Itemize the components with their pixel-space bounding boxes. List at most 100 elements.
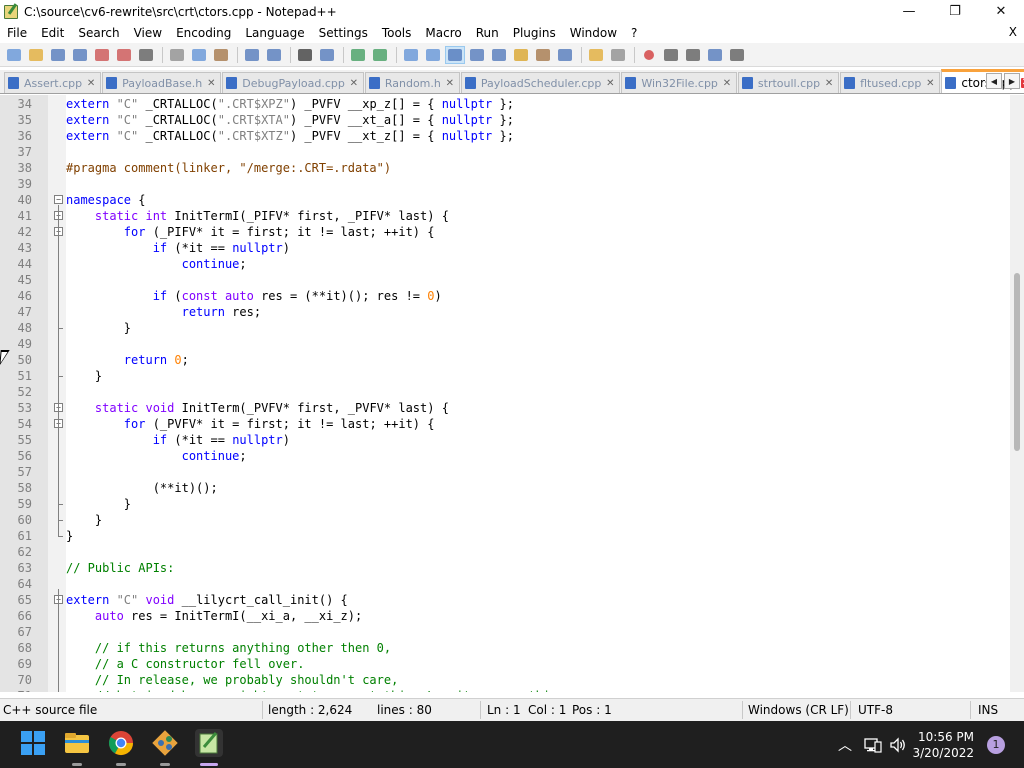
tab-random-h[interactable]: Random.h ✕	[364, 72, 460, 93]
code-line[interactable]: 56 continue;	[0, 448, 1010, 464]
close-button[interactable]: ✕	[978, 0, 1024, 23]
network-icon[interactable]	[864, 721, 882, 768]
code-line[interactable]: 39	[0, 176, 1010, 192]
taskbar-clock[interactable]: 10:56 PM 3/20/2022	[912, 729, 974, 761]
notification-badge[interactable]: 1	[987, 736, 1005, 754]
stop-macro-button[interactable]	[661, 46, 681, 64]
menu-item-file[interactable]: File	[0, 26, 34, 40]
replace-button[interactable]	[317, 46, 337, 64]
play-macro-button[interactable]	[683, 46, 703, 64]
code-line[interactable]: 48 }	[0, 320, 1010, 336]
tab-win32file-cpp[interactable]: Win32File.cpp ✕	[621, 72, 737, 93]
code-line[interactable]: 57	[0, 464, 1010, 480]
menu-item-run[interactable]: Run	[469, 26, 506, 40]
sync-horizontal-button[interactable]	[423, 46, 443, 64]
save-button[interactable]	[48, 46, 68, 64]
tab-close-icon[interactable]: ✕	[824, 78, 834, 89]
code-line[interactable]: 40 − namespace {	[0, 192, 1010, 208]
status-insert-mode[interactable]: INS	[978, 703, 998, 717]
code-line[interactable]: 61}	[0, 528, 1010, 544]
show-all-chars-button[interactable]	[467, 46, 487, 64]
code-line[interactable]: 47 return res;	[0, 304, 1010, 320]
code-line[interactable]: 67	[0, 624, 1010, 640]
menu-item-macro[interactable]: Macro	[418, 26, 468, 40]
open-file-button[interactable]	[26, 46, 46, 64]
tab-close-icon[interactable]: ✕	[349, 78, 359, 89]
code-line[interactable]: 71 // but in debug we might want to repo…	[0, 688, 1010, 692]
tab-close-icon[interactable]: ✕	[445, 78, 455, 89]
minimize-button[interactable]: —	[886, 0, 932, 23]
tab-payloadscheduler-cpp[interactable]: PayloadScheduler.cpp ✕	[460, 72, 621, 93]
code-line[interactable]: 66 auto res = InitTermI(__xi_a, __xi_z);	[0, 608, 1010, 624]
close-all-button[interactable]	[114, 46, 134, 64]
menu-item-encoding[interactable]: Encoding	[169, 26, 238, 40]
indent-guide-button[interactable]	[489, 46, 509, 64]
zoom-in-button[interactable]	[348, 46, 368, 64]
tab-close-icon[interactable]: ✕	[206, 78, 216, 89]
start-button[interactable]	[19, 729, 47, 757]
tab-close-icon[interactable]: ✕	[722, 78, 732, 89]
cut-button[interactable]	[167, 46, 187, 64]
status-encoding[interactable]: UTF-8	[858, 703, 893, 717]
code-line[interactable]: 64	[0, 576, 1010, 592]
notepadpp-taskbar-icon[interactable]	[195, 729, 223, 757]
menu-item-language[interactable]: Language	[238, 26, 311, 40]
code-line[interactable]: 46 if (const auto res = (**it)(); res !=…	[0, 288, 1010, 304]
copy-button[interactable]	[189, 46, 209, 64]
paste-button[interactable]	[211, 46, 231, 64]
tab-payloadbase-h[interactable]: PayloadBase.h ✕	[102, 72, 222, 93]
maximize-button[interactable]: ❐	[932, 0, 978, 23]
volume-icon[interactable]	[889, 721, 907, 768]
chrome-taskbar-icon[interactable]	[107, 729, 135, 757]
close-button[interactable]	[92, 46, 112, 64]
menu-item-plugins[interactable]: Plugins	[506, 26, 563, 40]
code-line[interactable]: 63 // Public APIs:	[0, 560, 1010, 576]
find-button[interactable]	[295, 46, 315, 64]
tab-assert-cpp[interactable]: Assert.cpp ✕	[4, 72, 102, 93]
tab-close-icon[interactable]: ✕	[86, 78, 96, 89]
code-line[interactable]: 50 return 0;	[0, 352, 1010, 368]
tab-close-icon[interactable]: ✕	[605, 78, 615, 89]
code-line[interactable]: 69 // a C constructor fell over.	[0, 656, 1010, 672]
scrollbar-thumb[interactable]	[1014, 273, 1020, 451]
code-line[interactable]: 37	[0, 144, 1010, 160]
tab-scroll-left-button[interactable]: ◀	[986, 73, 1002, 89]
file-explorer-taskbar-icon[interactable]	[63, 729, 91, 757]
code-line[interactable]: 70 // In release, we probably shouldn't …	[0, 672, 1010, 688]
code-line[interactable]: 38 #pragma comment(linker, "/merge:.CRT=.…	[0, 160, 1010, 176]
tab-strtoull-cpp[interactable]: strtoull.cpp ✕	[737, 72, 840, 93]
code-line[interactable]: 35 extern "C" _CRTALLOC(".CRT$XTA") _PVFV…	[0, 112, 1010, 128]
code-line[interactable]: 41− static int InitTermI(_PIFV* first, _…	[0, 208, 1010, 224]
code-line[interactable]: 43 if (*it == nullptr)	[0, 240, 1010, 256]
code-line[interactable]: 55 if (*it == nullptr)	[0, 432, 1010, 448]
code-line[interactable]: 51 }	[0, 368, 1010, 384]
word-wrap-button[interactable]	[445, 45, 465, 64]
code-line[interactable]: 45	[0, 272, 1010, 288]
close-document-button[interactable]: X	[1009, 25, 1017, 39]
status-eol[interactable]: Windows (CR LF)	[748, 703, 849, 717]
udl-button[interactable]	[511, 46, 531, 64]
print-button[interactable]	[136, 46, 156, 64]
git-tool-taskbar-icon[interactable]	[151, 729, 179, 757]
code-line[interactable]: 36 extern "C" _CRTALLOC(".CRT$XTZ") _PVFV…	[0, 128, 1010, 144]
vertical-scrollbar[interactable]	[1010, 95, 1024, 692]
record-macro-button[interactable]	[639, 46, 659, 64]
menu-item-window[interactable]: Window	[563, 26, 624, 40]
save-all-button[interactable]	[70, 46, 90, 64]
code-line[interactable]: 53− static void InitTerm(_PVFV* first, _…	[0, 400, 1010, 416]
menu-item-help[interactable]: ?	[624, 26, 644, 40]
tab-fltused-cpp[interactable]: fltused.cpp ✕	[840, 72, 941, 93]
tab-close-icon[interactable]: ✕	[925, 78, 935, 89]
tab-scroll-right-button[interactable]: ▶	[1004, 73, 1020, 89]
menu-item-tools[interactable]: Tools	[375, 26, 419, 40]
fold-toggle-icon[interactable]: −	[54, 195, 63, 204]
show-hidden-icons-button[interactable]: ︿	[838, 721, 852, 768]
code-line[interactable]: 52	[0, 384, 1010, 400]
code-line[interactable]: 54− for (_PVFV* it = first; it != last; …	[0, 416, 1010, 432]
zoom-out-button[interactable]	[370, 46, 390, 64]
folder-workspace-button[interactable]	[586, 46, 606, 64]
menu-item-settings[interactable]: Settings	[312, 26, 375, 40]
save-macro-button[interactable]	[727, 46, 747, 64]
code-line[interactable]: 42− for (_PIFV* it = first; it != last; …	[0, 224, 1010, 240]
undo-button[interactable]	[242, 46, 262, 64]
